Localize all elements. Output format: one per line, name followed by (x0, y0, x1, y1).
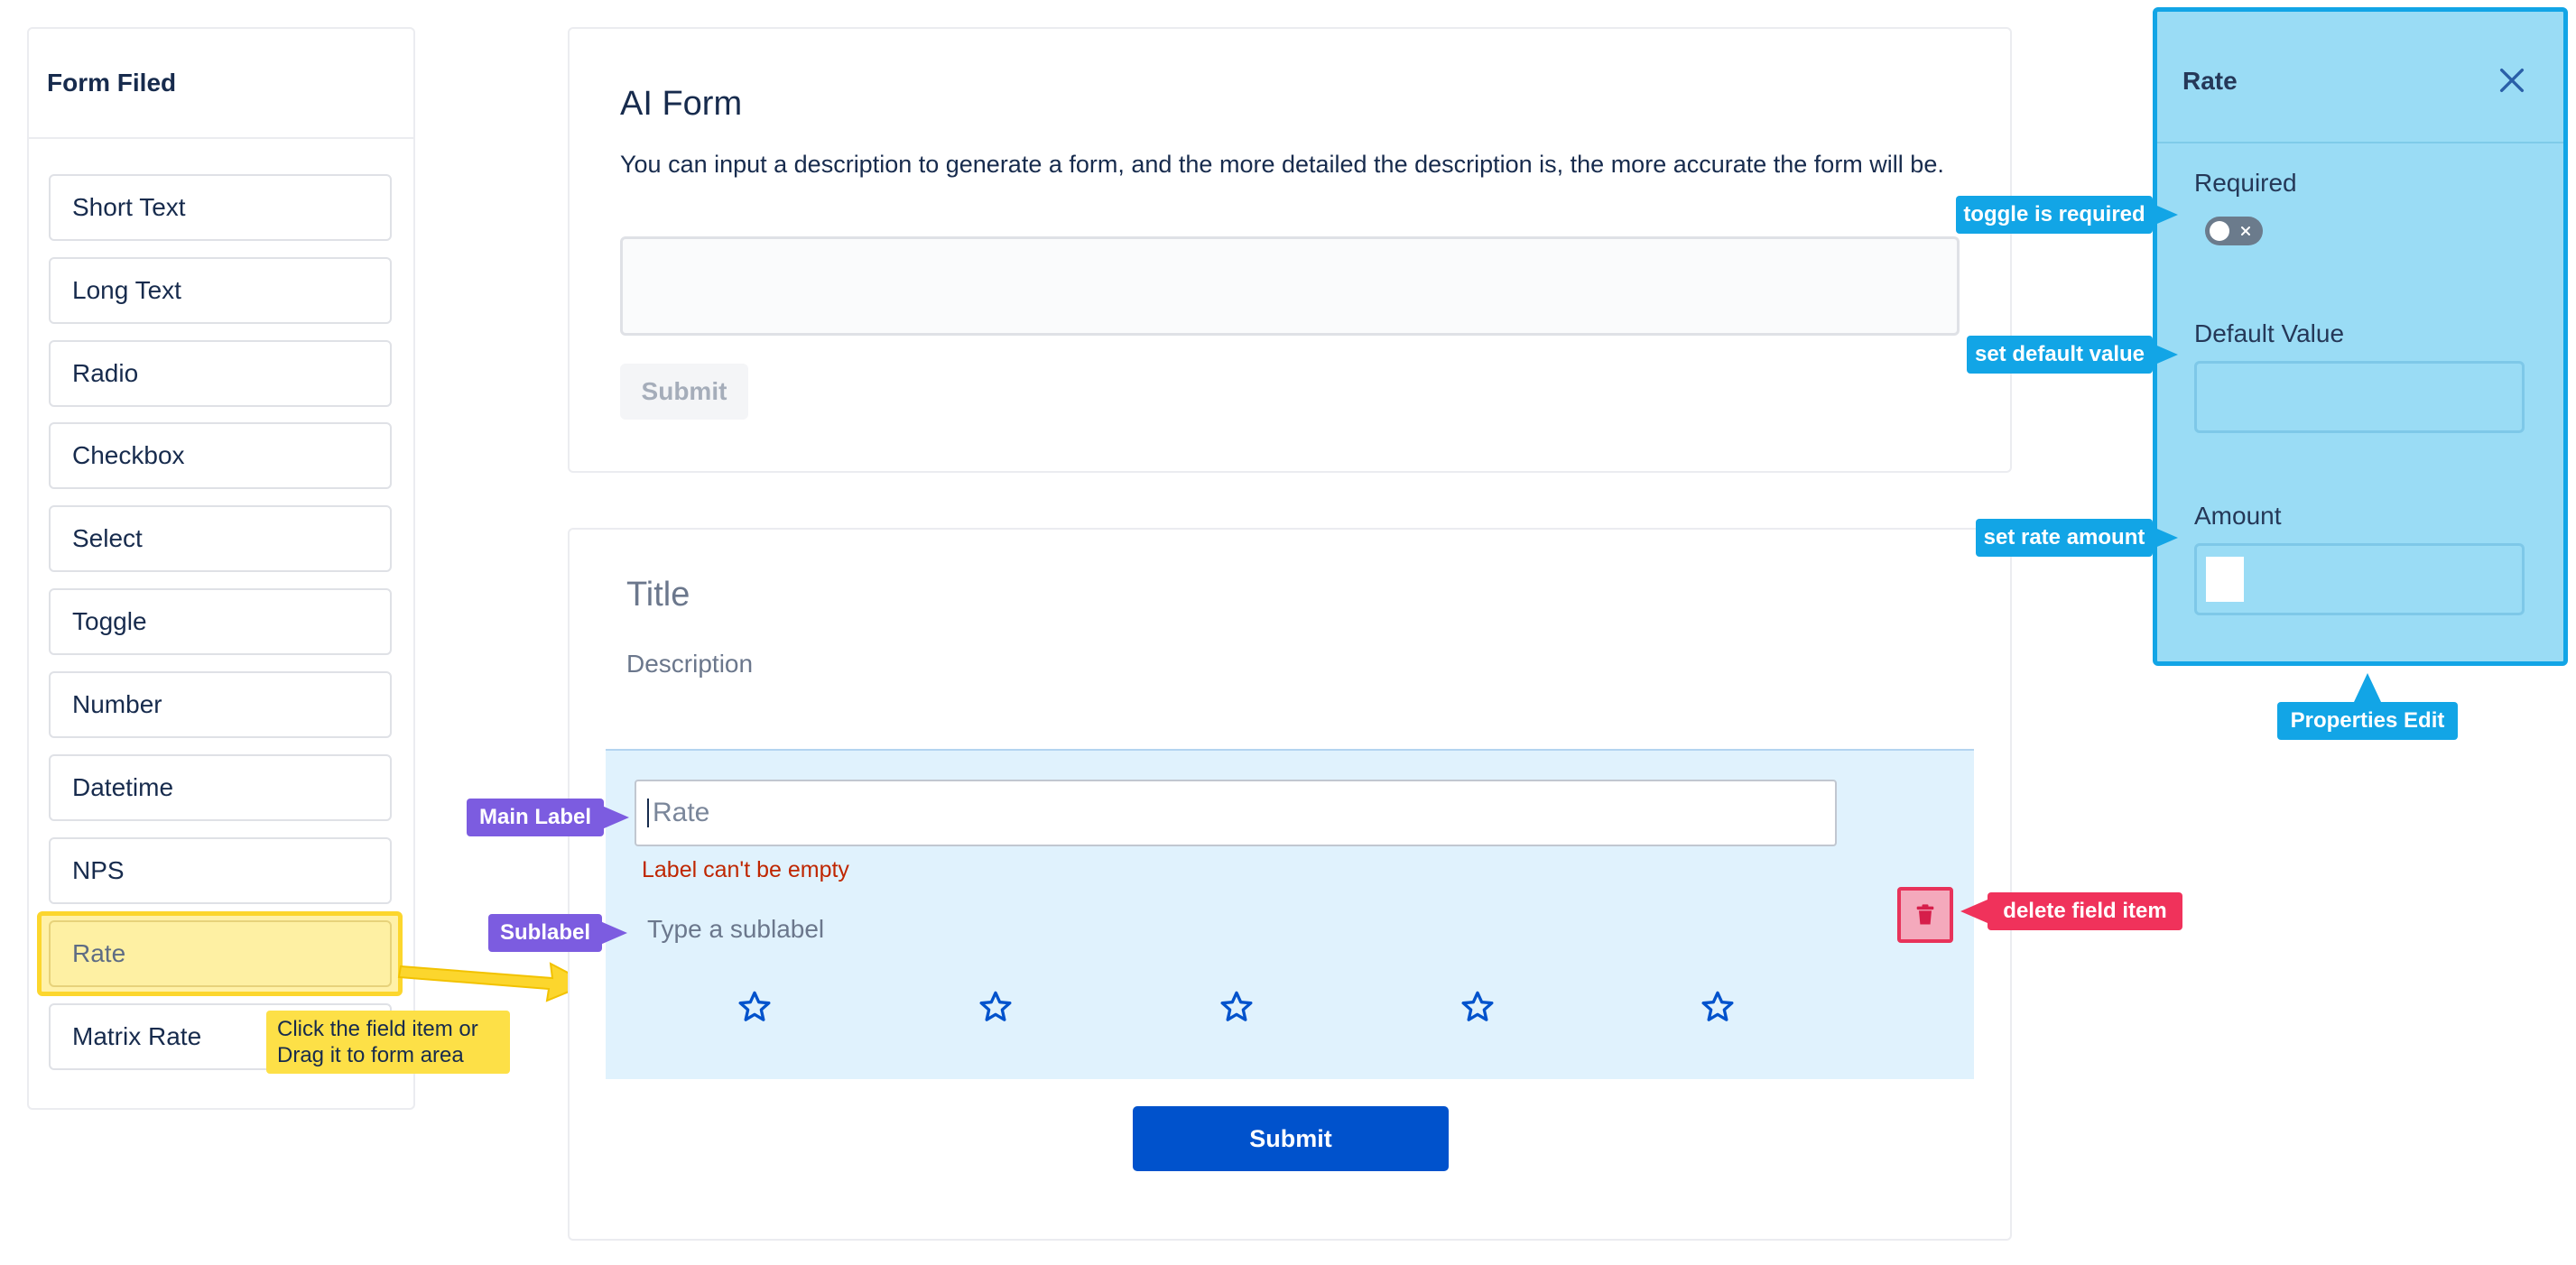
field-item-toggle[interactable]: Toggle (49, 588, 392, 655)
annotation-arrow (1960, 900, 1988, 923)
default-value-input[interactable] (2194, 361, 2525, 433)
annotation-set-rate-amount: set rate amount (1976, 519, 2153, 557)
annotation-arrow (2354, 673, 2381, 702)
form-title[interactable]: Title (626, 576, 690, 614)
form-submit-button[interactable]: Submit (1133, 1106, 1449, 1171)
annotation-arrow (2151, 203, 2178, 226)
toggle-x-icon (2241, 226, 2250, 235)
field-item-long-text[interactable]: Long Text (49, 257, 392, 324)
annotation-delete-field: delete field item (1988, 892, 2182, 930)
field-item-radio[interactable]: Radio (49, 340, 392, 407)
ai-description-input[interactable] (620, 236, 1960, 336)
field-item-short-text[interactable]: Short Text (49, 174, 392, 241)
palette-title: Form Filed (29, 29, 413, 139)
ai-form-title: AI Form (620, 85, 743, 123)
star-icon[interactable] (737, 989, 773, 1025)
required-toggle[interactable] (2205, 217, 2263, 245)
delete-field-button[interactable] (1897, 887, 1953, 943)
annotation-click-drag: Click the field item or Drag it to form … (266, 1011, 510, 1074)
annotation-sublabel: Sublabel (488, 914, 602, 952)
star-icon[interactable] (1219, 989, 1255, 1025)
required-label: Required (2194, 169, 2297, 197)
drag-arrow (397, 962, 591, 1002)
amount-label: Amount (2194, 502, 2282, 530)
annotation-set-default: set default value (1967, 336, 2153, 374)
amount-input[interactable] (2194, 543, 2525, 615)
amount-stepper[interactable] (2206, 557, 2244, 602)
annotation-arrow (2151, 526, 2178, 549)
text-caret (647, 799, 649, 827)
default-value-label: Default Value (2194, 319, 2345, 347)
field-item-select[interactable]: Select (49, 505, 392, 572)
field-item-rate[interactable]: Rate (49, 920, 392, 987)
main-label-input[interactable]: Rate (635, 780, 1837, 846)
annotation-main-label: Main Label (467, 799, 604, 836)
annotation-arrow (600, 921, 627, 945)
annotation-toggle-required: toggle is required (1956, 196, 2153, 234)
trash-icon (1916, 904, 1934, 925)
field-item-number[interactable]: Number (49, 671, 392, 738)
toggle-knob (2210, 221, 2229, 241)
form-description[interactable]: Description (626, 650, 753, 679)
annotation-properties-edit: Properties Edit (2277, 702, 2458, 740)
star-icon[interactable] (1700, 989, 1736, 1025)
star-icon[interactable] (1459, 989, 1496, 1025)
properties-title: Rate (2182, 67, 2238, 95)
label-error: Label can't be empty (642, 857, 849, 882)
star-icon[interactable] (978, 989, 1014, 1025)
ai-form-description: You can input a description to generate … (620, 151, 1944, 178)
ai-submit-button[interactable]: Submit (620, 364, 748, 420)
annotation-arrow (2151, 343, 2178, 366)
sublabel-input[interactable]: Type a sublabel (647, 915, 824, 944)
field-item-nps[interactable]: NPS (49, 837, 392, 904)
field-item-checkbox[interactable]: Checkbox (49, 422, 392, 489)
close-icon[interactable] (2497, 65, 2527, 96)
annotation-arrow (602, 806, 629, 829)
field-item-datetime[interactable]: Datetime (49, 754, 392, 821)
